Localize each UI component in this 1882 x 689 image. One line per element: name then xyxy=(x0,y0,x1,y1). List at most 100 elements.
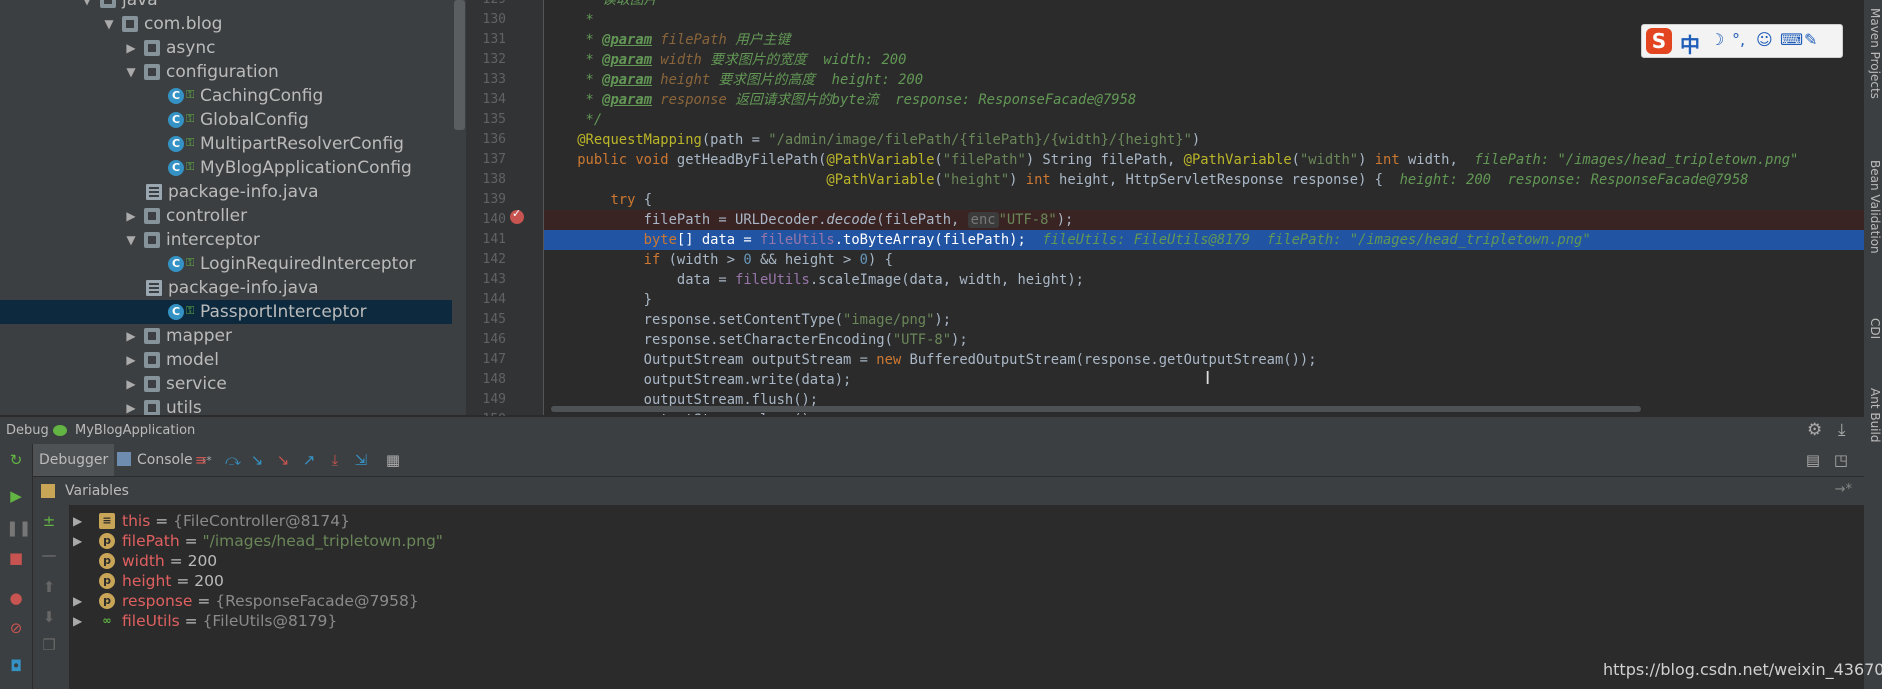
chevron-right-icon[interactable]: ▶ xyxy=(73,609,82,633)
code-editor[interactable]: * 读取图片 * * @param filePath 用户主键 * @param… xyxy=(544,0,1864,415)
mute-breakpoints-icon[interactable]: ⊘ xyxy=(6,618,26,638)
project-tree-item[interactable]: package-info.java xyxy=(0,180,452,204)
run-to-cursor-icon[interactable]: ⇲ xyxy=(351,450,371,470)
line-number: 145 xyxy=(482,312,506,327)
project-tree-item[interactable]: C ⚿ MyBlogApplicationConfig xyxy=(0,156,452,180)
project-scrollbar[interactable] xyxy=(454,0,465,130)
project-tree-item[interactable]: C ⚿ PassportInterceptor xyxy=(0,300,452,324)
evaluate-expression-icon[interactable]: ▦ xyxy=(383,450,403,470)
drop-frame-icon[interactable]: ⤓ xyxy=(325,450,345,470)
code-line[interactable]: * @param response 返回请求图片的byte流 response:… xyxy=(544,90,1864,110)
chevron-down-icon[interactable]: ▼ xyxy=(124,60,138,84)
current-execution-line[interactable]: byte[] data = fileUtils.toByteArray(file… xyxy=(544,230,1864,250)
move-down-icon[interactable]: ⬇ xyxy=(39,607,59,627)
code-token: * 读取图片 xyxy=(544,0,658,8)
chevron-right-icon[interactable]: ▶ xyxy=(124,36,138,60)
project-tree-item[interactable]: C ⚿ LoginRequiredInterceptor xyxy=(0,252,452,276)
project-tree-item[interactable]: package-info.java xyxy=(0,276,452,300)
hide-icon[interactable]: ⤓ xyxy=(1838,420,1846,440)
tab-debugger[interactable]: Debugger xyxy=(33,444,115,476)
project-tree-item[interactable]: ▼ configuration xyxy=(0,60,452,84)
settings-layout-icon[interactable]: ◳ xyxy=(1831,450,1851,470)
chevron-right-icon[interactable]: ▶ xyxy=(124,348,138,372)
code-line[interactable]: */ xyxy=(544,110,1864,130)
project-tree-item[interactable]: ▶ mapper xyxy=(0,324,452,348)
emoji-icon[interactable]: ☺ xyxy=(1756,30,1773,49)
project-tree-item[interactable]: ▶ service xyxy=(0,372,452,396)
move-up-icon[interactable]: ⬆ xyxy=(39,577,59,597)
force-step-into-icon[interactable]: ↘ xyxy=(273,450,293,470)
show-execution-point-icon[interactable]: ≡ xyxy=(191,450,211,470)
step-into-icon[interactable]: ↘ xyxy=(247,450,267,470)
chevron-right-icon[interactable]: ▶ xyxy=(124,324,138,348)
step-out-icon[interactable]: ↗ xyxy=(299,450,319,470)
chevron-down-icon[interactable]: ▼ xyxy=(102,12,116,36)
pause-icon[interactable]: ❚❚ xyxy=(6,518,31,538)
chevron-down-icon[interactable]: ▼ xyxy=(80,0,94,12)
project-tree-item[interactable]: ▶ model xyxy=(0,348,452,372)
new-watch-icon[interactable]: ± xyxy=(39,511,59,531)
pin-icon[interactable]: →* xyxy=(1835,482,1852,497)
code-line[interactable]: * @param height 要求图片的高度 height: 200 xyxy=(544,70,1864,90)
resume-icon[interactable]: ▶ xyxy=(6,486,26,506)
chevron-right-icon[interactable]: ▶ xyxy=(124,204,138,228)
project-tree-item[interactable]: ▶ async xyxy=(0,36,452,60)
code-line[interactable]: } xyxy=(544,290,1864,310)
project-tree-item[interactable]: C ⚿ GlobalConfig xyxy=(0,108,452,132)
code-token: "image/png" xyxy=(843,312,935,328)
maven-projects-tab[interactable]: Maven Projects xyxy=(1864,8,1882,99)
project-tree-item[interactable]: ▼ com.blog xyxy=(0,12,452,36)
code-line[interactable]: try { xyxy=(544,190,1864,210)
remove-watch-icon[interactable]: — xyxy=(39,545,59,565)
cdi-tab[interactable]: CDI xyxy=(1864,318,1882,339)
step-over-icon[interactable]: ⤼ xyxy=(223,450,243,470)
ant-build-tab[interactable]: Ant Build xyxy=(1864,388,1882,442)
ime-mode-label[interactable]: 中 xyxy=(1680,29,1700,58)
code-token: @param xyxy=(602,92,652,108)
code-line[interactable]: data = fileUtils.scaleImage(data, width,… xyxy=(544,270,1864,290)
code-token: filePath xyxy=(652,32,727,48)
chevron-right-icon[interactable]: ▶ xyxy=(124,372,138,396)
debug-header: Debug MyBlogApplication ⚙ ⤓ xyxy=(0,416,1864,445)
breakpoint-icon[interactable] xyxy=(510,207,524,224)
code-token: OutputStream outputStream = xyxy=(544,352,877,368)
punctuation-icon[interactable]: °, xyxy=(1732,30,1745,49)
code-line[interactable]: if (width > 0 && height > 0) { xyxy=(544,250,1864,270)
view-breakpoints-icon[interactable]: ● xyxy=(6,588,26,608)
debug-session-name[interactable]: MyBlogApplication xyxy=(75,423,195,438)
code-line[interactable]: public void getHeadByFilePath(@PathVaria… xyxy=(544,150,1864,170)
code-line[interactable]: outputStream.write(data); xyxy=(544,370,1864,390)
restore-layout-icon[interactable]: ▤ xyxy=(1803,450,1823,470)
line-number: 142 xyxy=(482,252,506,267)
copy-icon[interactable]: ❐ xyxy=(39,635,59,655)
chevron-right-icon[interactable]: ▶ xyxy=(73,529,82,553)
code-line[interactable]: @RequestMapping(path = "/admin/image/fil… xyxy=(544,130,1864,150)
stop-icon[interactable]: ■ xyxy=(6,548,26,568)
breakpoint-line[interactable]: filePath = URLDecoder.decode(filePath, e… xyxy=(544,210,1864,230)
editor-horizontal-scrollbar[interactable] xyxy=(551,406,1641,412)
code-line[interactable]: * 读取图片 xyxy=(544,0,1864,10)
project-tree-item[interactable]: C ⚿ MultipartResolverConfig xyxy=(0,132,452,156)
project-tree-item[interactable]: ▼ java xyxy=(0,0,452,12)
gear-icon[interactable]: ⚙ xyxy=(1807,420,1822,440)
rerun-icon[interactable]: ↻ xyxy=(6,450,26,470)
code-line[interactable]: @PathVariable("height") int height, Http… xyxy=(544,170,1864,190)
keyboard-icon[interactable]: ⌨ xyxy=(1780,30,1803,49)
project-tree-item[interactable]: ▼ interceptor xyxy=(0,228,452,252)
code-line[interactable]: response.setCharacterEncoding("UTF-8"); xyxy=(544,330,1864,350)
project-tree-item[interactable]: ▶ utils xyxy=(0,396,452,415)
camera-icon[interactable]: ◘ xyxy=(6,656,26,676)
chevron-right-icon[interactable]: ▶ xyxy=(124,396,138,415)
project-tree-item[interactable]: ▶ controller xyxy=(0,204,452,228)
code-token: if xyxy=(544,252,669,268)
code-token: outputStream.close(); xyxy=(544,412,818,415)
code-line[interactable]: OutputStream outputStream = new Buffered… xyxy=(544,350,1864,370)
code-line[interactable]: response.setContentType("image/png"); xyxy=(544,310,1864,330)
chevron-down-icon[interactable]: ▼ xyxy=(124,228,138,252)
ime-toolbar[interactable]: S 中 ☽ °, ☺ ⌨ ✎ xyxy=(1641,24,1843,58)
bean-validation-tab[interactable]: Bean Validation xyxy=(1864,160,1882,254)
moon-icon[interactable]: ☽ xyxy=(1710,30,1724,49)
wrench-icon[interactable]: ✎ xyxy=(1804,30,1817,49)
project-tree-item[interactable]: C ⚿ CachingConfig xyxy=(0,84,452,108)
project-tree-label: utils xyxy=(166,398,202,415)
